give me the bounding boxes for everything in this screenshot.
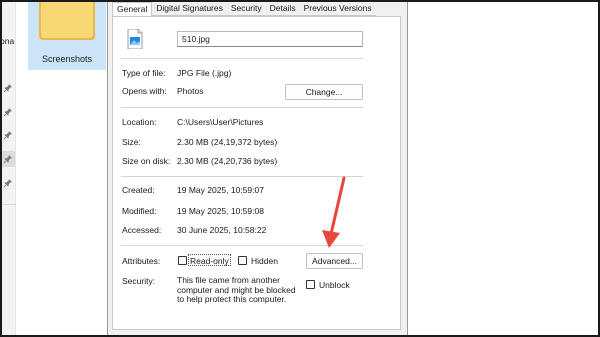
accessed-value: 30 June 2025, 10:58:22	[177, 225, 267, 235]
opens-with-value: Photos	[177, 86, 204, 96]
divider	[121, 107, 363, 108]
tab-security[interactable]: Security	[226, 2, 266, 16]
pin-icon[interactable]	[3, 178, 13, 188]
location-label: Location:	[122, 117, 157, 127]
created-value: 19 May 2025, 10:59:07	[177, 185, 264, 195]
created-label: Created:	[122, 185, 155, 195]
size-value: 2.30 MB (24,19,372 bytes)	[177, 137, 278, 147]
hidden-label[interactable]: Hidden	[251, 256, 278, 266]
image-file-icon	[127, 29, 143, 49]
modified-label: Modified:	[122, 206, 157, 216]
folder-icon	[39, 0, 95, 40]
size-on-disk-label: Size on disk:	[122, 156, 171, 166]
attributes-label: Attributes:	[122, 256, 161, 266]
pin-icon[interactable]	[3, 83, 13, 93]
screenshots-folder-item[interactable]: Screenshots	[28, 0, 106, 70]
type-of-file-value: JPG File (.jpg)	[177, 68, 232, 78]
tab-general[interactable]: General	[112, 2, 153, 17]
accessed-label: Accessed:	[122, 225, 162, 235]
read-only-checkbox[interactable]	[178, 256, 187, 265]
divider	[121, 245, 363, 246]
unblock-label[interactable]: Unblock	[319, 280, 350, 290]
type-of-file-label: Type of file:	[122, 68, 166, 78]
pin-icon[interactable]	[3, 130, 13, 140]
hidden-checkbox[interactable]	[238, 256, 247, 265]
security-label: Security:	[122, 276, 156, 286]
navigation-divider	[0, 204, 16, 205]
size-on-disk-value: 2.30 MB (24,20,736 bytes)	[177, 156, 278, 166]
opens-with-label: Opens with:	[122, 86, 167, 96]
change-button[interactable]: Change...	[285, 84, 363, 100]
modified-value: 19 May 2025, 10:59:08	[177, 206, 264, 216]
folder-label: Screenshots	[41, 54, 93, 64]
size-label: Size:	[122, 137, 141, 147]
navigation-pane: ona	[0, 0, 16, 337]
pin-icon[interactable]	[3, 107, 13, 117]
divider	[121, 58, 363, 59]
general-tab-panel: Type of file: JPG File (.jpg) Opens with…	[112, 16, 401, 330]
security-message: This file came from another computer and…	[177, 275, 296, 304]
navigation-item-cut-label: ona	[0, 36, 15, 46]
unblock-checkbox[interactable]	[306, 280, 315, 289]
tab-details[interactable]: Details	[265, 2, 300, 16]
advanced-button[interactable]: Advanced...	[306, 253, 363, 269]
tab-digital-signatures[interactable]: Digital Signatures	[152, 2, 227, 16]
pin-icon[interactable]	[1, 151, 15, 167]
explorer-content-area	[408, 0, 600, 337]
tab-previous-versions[interactable]: Previous Versions	[299, 2, 376, 16]
properties-tabs: General Digital Signatures Security Deta…	[112, 2, 376, 17]
location-value: C:\Users\User\Pictures	[177, 117, 264, 127]
file-properties-dialog: General Digital Signatures Security Deta…	[107, 0, 408, 337]
divider	[121, 176, 363, 177]
file-name-field[interactable]	[177, 31, 363, 47]
read-only-label[interactable]: Read-only	[190, 256, 229, 266]
